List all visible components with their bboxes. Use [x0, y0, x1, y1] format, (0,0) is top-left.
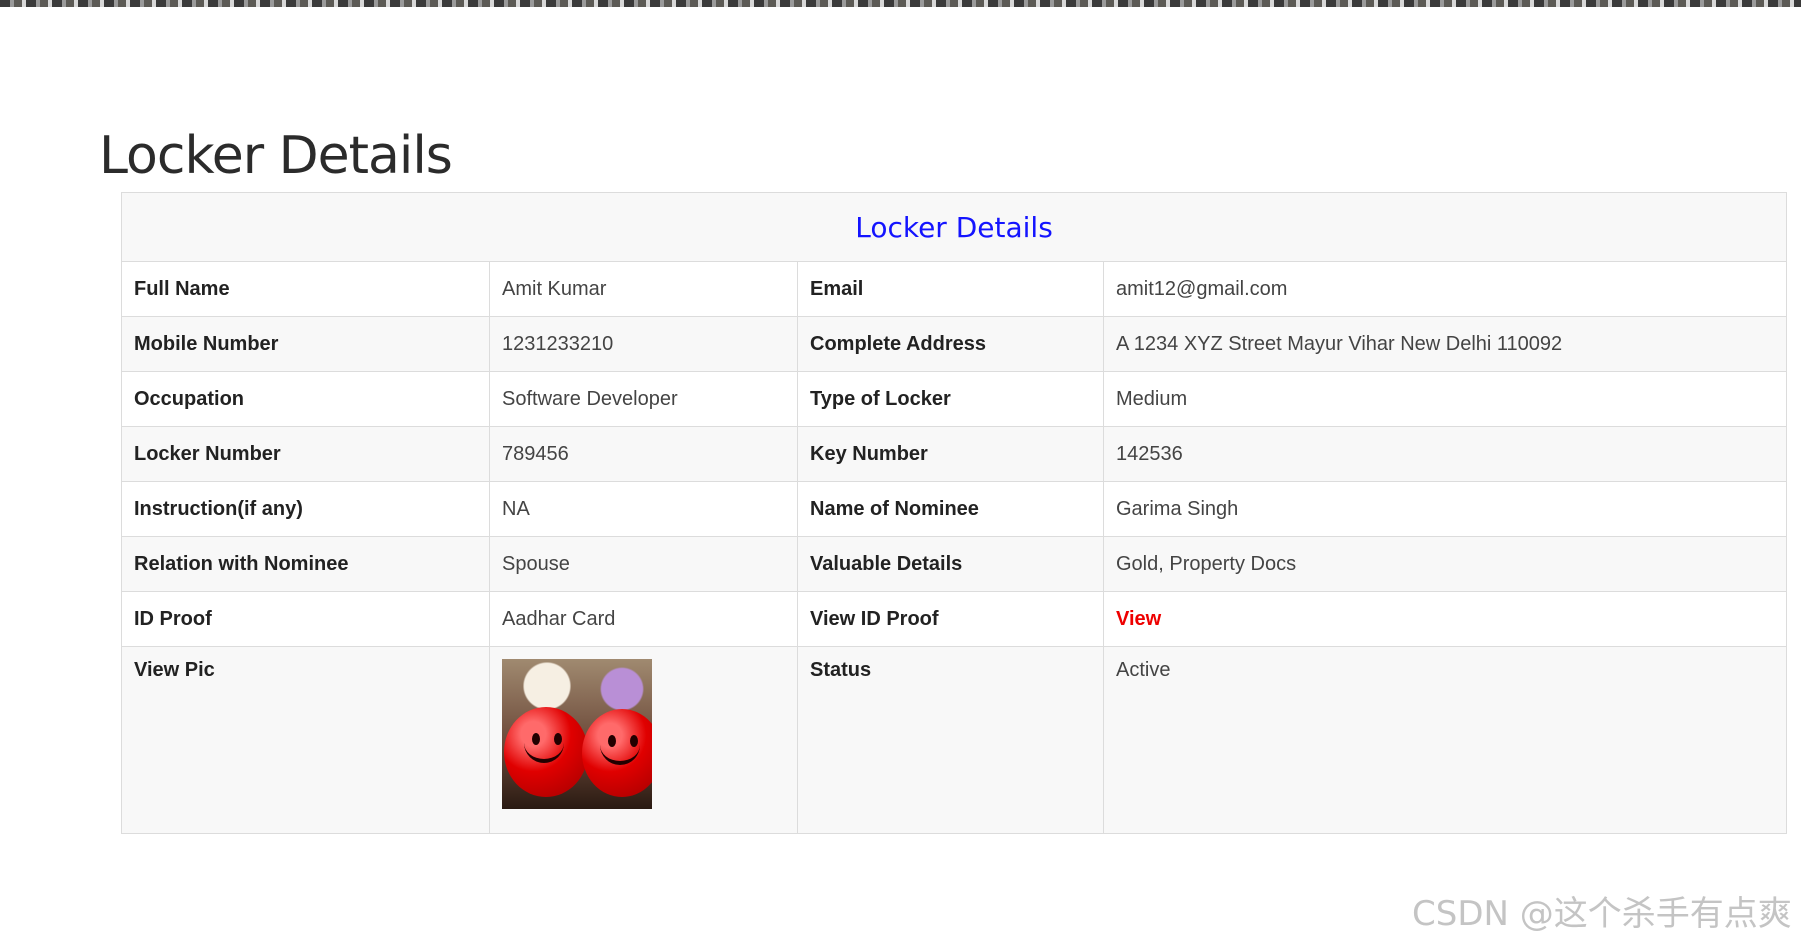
field-value: Medium	[1103, 371, 1787, 427]
field-value: Aadhar Card	[489, 591, 798, 647]
table-row: View Pic Status Active	[121, 646, 1787, 834]
field-value: 789456	[489, 426, 798, 482]
field-label: ID Proof	[121, 591, 490, 647]
profile-pic-image	[502, 659, 652, 809]
field-label: Mobile Number	[121, 316, 490, 372]
field-label: Instruction(if any)	[121, 481, 490, 537]
field-label: Type of Locker	[797, 371, 1104, 427]
table-row: Full Name Amit Kumar Email amit12@gmail.…	[121, 261, 1787, 317]
field-value: 1231233210	[489, 316, 798, 372]
field-label: Status	[797, 646, 1104, 834]
field-value: Spouse	[489, 536, 798, 592]
field-value: 142536	[1103, 426, 1787, 482]
field-label: Name of Nominee	[797, 481, 1104, 537]
page-title: Locker Details	[99, 126, 453, 186]
field-label: View Pic	[121, 646, 490, 834]
profile-pic-cell	[489, 646, 798, 834]
field-label: Complete Address	[797, 316, 1104, 372]
field-label: Locker Number	[121, 426, 490, 482]
field-value: A 1234 XYZ Street Mayur Vihar New Delhi …	[1103, 316, 1787, 372]
view-id-proof-cell: View	[1103, 591, 1787, 647]
field-label: Full Name	[121, 261, 490, 317]
locker-details-table: Locker Details Full Name Amit Kumar Emai…	[121, 192, 1787, 834]
field-label: Occupation	[121, 371, 490, 427]
field-label: View ID Proof	[797, 591, 1104, 647]
table-row: Instruction(if any) NA Name of Nominee G…	[121, 481, 1787, 537]
top-banner-image	[0, 0, 1801, 7]
smiley-ball-left	[504, 707, 588, 797]
table-row: ID Proof Aadhar Card View ID Proof View	[121, 591, 1787, 647]
field-value: Garima Singh	[1103, 481, 1787, 537]
status-value: Active	[1103, 646, 1787, 834]
table-row: Relation with Nominee Spouse Valuable De…	[121, 536, 1787, 592]
watermark: CSDN @这个杀手有点爽	[1412, 894, 1792, 934]
field-value: NA	[489, 481, 798, 537]
field-value: Gold, Property Docs	[1103, 536, 1787, 592]
field-label: Email	[797, 261, 1104, 317]
field-label: Key Number	[797, 426, 1104, 482]
field-label: Relation with Nominee	[121, 536, 490, 592]
table-row: Occupation Software Developer Type of Lo…	[121, 371, 1787, 427]
table-row: Locker Number 789456 Key Number 142536	[121, 426, 1787, 482]
table-caption: Locker Details	[121, 192, 1787, 262]
field-value: Amit Kumar	[489, 261, 798, 317]
field-value: amit12@gmail.com	[1103, 261, 1787, 317]
table-row: Mobile Number 1231233210 Complete Addres…	[121, 316, 1787, 372]
view-id-proof-link[interactable]: View	[1116, 608, 1161, 630]
field-value: Software Developer	[489, 371, 798, 427]
smiley-ball-right	[582, 709, 652, 797]
field-label: Valuable Details	[797, 536, 1104, 592]
